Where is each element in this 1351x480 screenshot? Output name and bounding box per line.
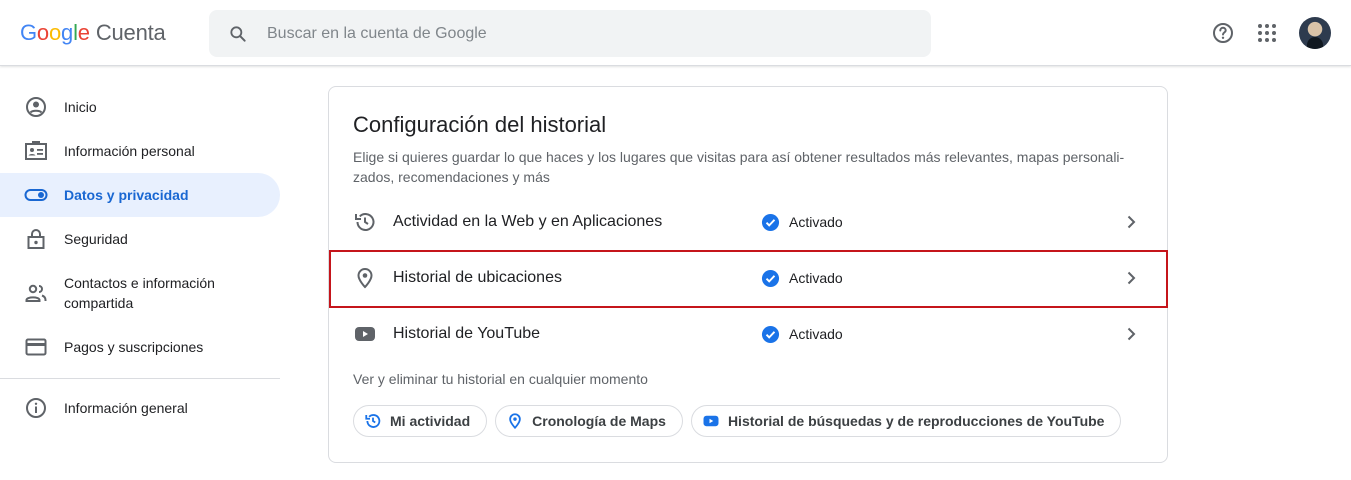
id-card-icon [24, 139, 48, 163]
card-title: Configuración del historial [353, 112, 607, 137]
row-label: Historial de ubicaciones [393, 269, 562, 286]
sidebar-item-personal-info[interactable]: Información personal [0, 129, 280, 173]
sidebar-item-data-privacy[interactable]: Datos y privacidad [0, 173, 280, 217]
location-pin-icon [506, 412, 524, 430]
sidebar-item-label: Inicio [64, 99, 97, 115]
sidebar-item-inicio[interactable]: Inicio [0, 85, 280, 129]
sidebar-item-label: Datos y privacidad [64, 187, 189, 203]
chip-maps-timeline[interactable]: Cronología de Maps [495, 405, 683, 437]
card-description: Elige si quieres guardar lo que haces y … [353, 149, 1125, 185]
account-circle-icon [24, 95, 48, 119]
chip-label: Historial de búsquedas y de reproduccion… [727, 413, 1105, 429]
youtube-icon [353, 322, 377, 346]
sidebar-item-payments[interactable]: Pagos y suscripciones [0, 325, 280, 369]
check-circle-icon [761, 269, 780, 287]
chevron-right-icon [1119, 210, 1143, 234]
people-icon [24, 281, 48, 305]
chip-my-activity[interactable]: Mi actividad [353, 405, 488, 437]
location-pin-icon [353, 266, 377, 290]
toggle-icon [24, 183, 48, 207]
sidebar-item-label: Información general [64, 400, 188, 416]
sidebar-item-label: Pagos y suscripciones [64, 339, 204, 355]
history-chips: Mi actividad Cronología de Maps Historia… [353, 405, 1129, 437]
row-label: Historial de YouTube [393, 325, 541, 342]
help-icon[interactable] [1211, 21, 1235, 45]
history-icon [353, 210, 377, 234]
product-name: Cuenta [95, 20, 166, 45]
sidebar-item-label: Contactos e información compartida [64, 275, 215, 311]
top-app-bar: Google Cuenta [0, 0, 1351, 66]
history-icon [364, 412, 382, 430]
check-circle-icon [761, 325, 780, 343]
chip-label: Mi actividad [390, 413, 471, 429]
sidebar-nav: Inicio Información personal Datos y priv… [0, 66, 280, 430]
sidebar-divider [0, 378, 280, 379]
sidebar-item-general-info[interactable]: Información general [0, 386, 280, 430]
status-label: Activado [789, 326, 843, 342]
credit-card-icon [24, 335, 48, 359]
google-wordmark: Google [20, 20, 90, 45]
sidebar-item-label: Seguridad [64, 231, 128, 247]
status-badge: Activado [761, 269, 843, 288]
chevron-right-icon [1119, 322, 1143, 346]
row-label: Actividad en la Web y en Aplicaciones [393, 213, 663, 230]
search-bar[interactable] [209, 10, 931, 57]
status-label: Activado [789, 270, 843, 286]
search-input[interactable] [267, 24, 867, 43]
check-circle-icon [761, 213, 780, 231]
chip-youtube-history[interactable]: Historial de búsquedas y de reproduccion… [690, 405, 1122, 437]
lock-icon [24, 227, 48, 251]
row-youtube-history[interactable]: Historial de YouTube Activado [329, 306, 1167, 362]
history-subheading: Ver y eliminar tu historial en cualquier… [353, 371, 648, 387]
row-location-history[interactable]: Historial de ubicaciones Activado [329, 250, 1167, 306]
info-icon [24, 396, 48, 420]
chip-label: Cronología de Maps [532, 413, 666, 429]
sidebar-item-contacts[interactable]: Contactos e información compartida [0, 261, 280, 325]
sidebar-item-security[interactable]: Seguridad [0, 217, 280, 261]
youtube-icon [702, 412, 720, 430]
status-label: Activado [789, 214, 843, 230]
google-account-logo[interactable]: Google Cuenta [20, 20, 166, 48]
apps-grid-icon[interactable] [1255, 21, 1279, 45]
search-icon[interactable] [228, 24, 248, 44]
avatar[interactable] [1299, 17, 1331, 49]
status-badge: Activado [761, 325, 843, 344]
history-settings-card: Configuración del historial Elige si qui… [328, 86, 1168, 463]
chevron-right-icon [1119, 266, 1143, 290]
status-badge: Activado [761, 213, 843, 232]
sidebar-item-label: Información personal [64, 143, 195, 159]
row-web-app-activity[interactable]: Actividad en la Web y en Aplicaciones Ac… [329, 194, 1167, 250]
